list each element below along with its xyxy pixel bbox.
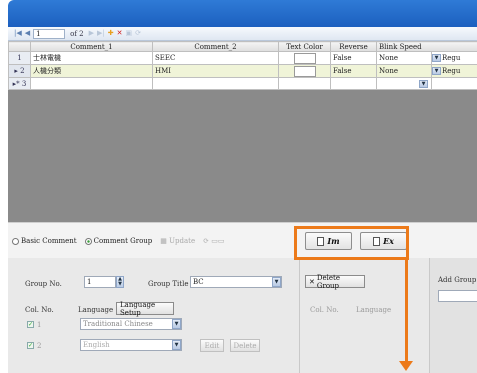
reverse-cell[interactable] xyxy=(330,77,377,90)
basic-comment-radio[interactable]: Basic Comment xyxy=(12,237,77,245)
group-title-input[interactable]: BC xyxy=(190,276,282,288)
text-color-cell[interactable] xyxy=(278,51,331,65)
font-cell[interactable]: ▼ Regu xyxy=(430,51,477,65)
comment1-cell[interactable]: 士林電機 xyxy=(30,51,153,65)
comment1-cell[interactable] xyxy=(30,77,153,90)
font-cell[interactable] xyxy=(430,77,477,90)
radio-selected-icon xyxy=(84,237,92,245)
column-header-comment1[interactable]: Comment_1 xyxy=(30,41,153,52)
panel-divider xyxy=(299,258,300,373)
font-cell[interactable]: ▼ Regu xyxy=(430,64,477,78)
delete-button[interactable]: Delete xyxy=(230,339,260,352)
column-header-reverse[interactable]: Reverse xyxy=(330,41,377,52)
group-title-label: Group Title xyxy=(148,280,189,288)
grid-header-row: Comment_1 Comment_2 Text Color Reverse B… xyxy=(8,41,477,52)
column-header-text-color[interactable]: Text Color xyxy=(278,41,331,52)
lang-num-2: 2 xyxy=(37,342,42,350)
refresh-button[interactable]: ⟳ ▭▭ xyxy=(203,237,224,245)
delete-record-icon[interactable]: ✕ xyxy=(117,30,123,37)
reverse-cell[interactable]: False xyxy=(330,51,377,65)
color-swatch[interactable] xyxy=(293,66,316,77)
add-group-label: Add Group xyxy=(438,276,477,284)
group-title-dropdown-icon[interactable]: ▼ xyxy=(272,277,281,287)
language-dropdown-icon[interactable]: ▼ xyxy=(172,340,181,350)
text-color-cell[interactable] xyxy=(278,77,331,90)
group-no-label: Group No. xyxy=(25,280,62,288)
blink-speed-cell[interactable]: None xyxy=(376,64,432,78)
row-header[interactable]: 1 xyxy=(8,51,31,65)
language-select-2[interactable]: English xyxy=(80,339,182,351)
reverse-cell[interactable]: False xyxy=(330,64,377,78)
update-button[interactable]: ▦ Update xyxy=(160,237,195,245)
lang-checkbox-1[interactable]: ✓ xyxy=(27,321,34,328)
callout-arrow-line xyxy=(405,260,408,363)
font-value: Regu xyxy=(442,54,461,62)
add-record-icon[interactable]: ✚ xyxy=(108,30,114,37)
row-header[interactable]: ▸* 3 xyxy=(8,77,31,90)
comment2-cell[interactable]: SEEC xyxy=(152,51,279,65)
navigator-toolbar: |◀ ◀ 1 of 2 ▶ ▶| ✚ ✕ ▣ ⟳ xyxy=(8,27,477,41)
callout-arrow-head-icon xyxy=(399,361,413,371)
comment-grid: Comment_1 Comment_2 Text Color Reverse B… xyxy=(8,41,477,222)
table-row[interactable]: 1 士林電機 SEEC False None ▼ Regu xyxy=(8,51,477,65)
column-header-rowselect xyxy=(8,41,31,52)
group-no-input[interactable]: 1 xyxy=(84,276,116,288)
blink-speed-cell[interactable]: None xyxy=(376,51,432,65)
radio-icon xyxy=(12,237,19,245)
last-record-icon[interactable]: ▶| xyxy=(97,30,105,37)
language-setup-button[interactable]: Language Setup xyxy=(116,301,174,317)
window-title-bar xyxy=(8,0,477,27)
record-position-input[interactable]: 1 xyxy=(33,28,66,39)
first-record-icon[interactable]: |◀ xyxy=(14,30,22,37)
delete-group-button[interactable]: ✕ Delete Group xyxy=(305,274,365,290)
blink-speed-value: None xyxy=(379,67,398,75)
table-row[interactable]: ▸ 2 人機分類 HMI False None ▼ Regu xyxy=(8,64,477,78)
comment1-cell[interactable]: 人機分類 xyxy=(30,64,153,78)
dropdown-arrow-icon[interactable]: ▼ xyxy=(419,79,428,88)
dropdown-arrow-icon[interactable]: ▼ xyxy=(432,67,441,75)
lang-num-1: 1 xyxy=(37,321,42,329)
language-right-label: Language xyxy=(356,306,392,314)
group-no-spinner[interactable]: ▲ ▼ xyxy=(116,276,124,288)
blink-speed-cell[interactable]: ▼ xyxy=(376,77,432,90)
comment2-cell[interactable] xyxy=(152,77,279,90)
dropdown-arrow-icon[interactable]: ▼ xyxy=(432,54,441,62)
row-header[interactable]: ▸ 2 xyxy=(8,64,31,78)
blink-speed-value: None xyxy=(379,54,398,62)
language-label: Language xyxy=(78,306,114,314)
import-export-highlight xyxy=(294,226,409,260)
lang-checkbox-2[interactable]: ✓ xyxy=(27,342,34,349)
close-icon: ✕ xyxy=(309,277,315,286)
edit-button[interactable]: Edit xyxy=(200,339,224,352)
save-record-icon[interactable]: ▣ xyxy=(126,30,133,37)
color-swatch[interactable] xyxy=(293,53,316,64)
add-group-input[interactable] xyxy=(438,290,477,302)
record-count-label: of 2 xyxy=(70,29,84,38)
language-dropdown-icon[interactable]: ▼ xyxy=(172,319,181,329)
col-no-label: Col. No. xyxy=(25,306,54,314)
col-no-right-label: Col. No. xyxy=(310,306,339,314)
table-row-new[interactable]: ▸* 3 ▼ xyxy=(8,77,477,90)
add-group-panel: Add Group xyxy=(429,258,477,373)
font-value: Regu xyxy=(442,67,461,75)
comment2-cell[interactable]: HMI xyxy=(152,64,279,78)
language-select-1[interactable]: Traditional Chinese xyxy=(80,318,182,330)
comment-group-radio[interactable]: Comment Group xyxy=(84,237,152,245)
text-color-cell[interactable] xyxy=(278,64,331,78)
prev-record-icon[interactable]: ◀ xyxy=(25,30,30,37)
refresh-icon[interactable]: ⟳ xyxy=(135,30,141,37)
column-header-blink-speed[interactable]: Blink Speed xyxy=(375,41,477,52)
next-record-icon[interactable]: ▶ xyxy=(89,30,94,37)
column-header-comment2[interactable]: Comment_2 xyxy=(152,41,279,52)
